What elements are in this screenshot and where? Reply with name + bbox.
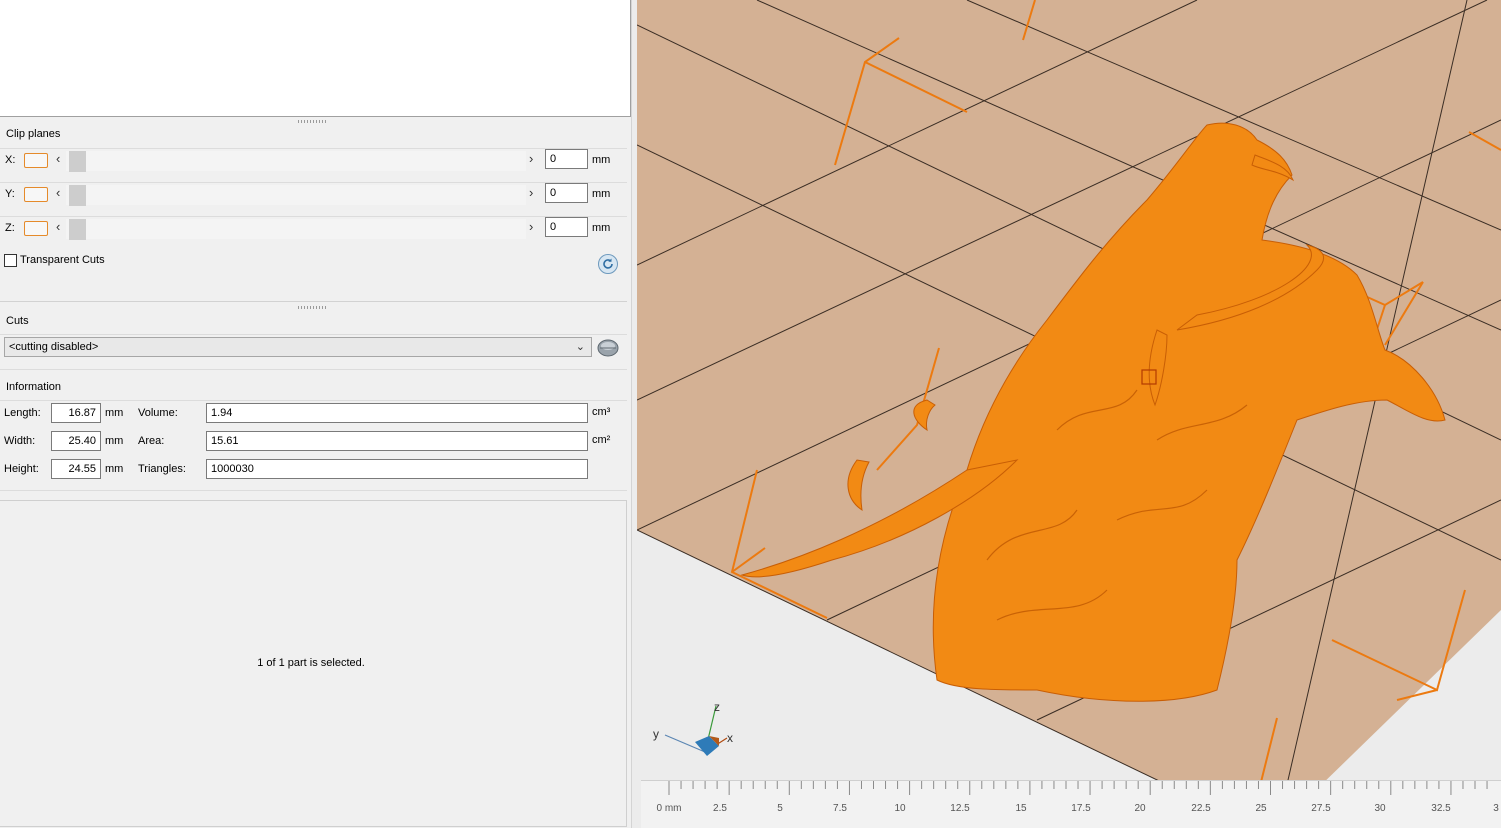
length-value: 16.87: [51, 403, 101, 423]
ruler-label: 7.5: [833, 803, 847, 814]
chevron-right-icon[interactable]: ›: [529, 151, 533, 166]
unit-label: mm: [592, 222, 611, 234]
selection-status: 1 of 1 part is selected.: [257, 657, 365, 669]
ruler-ticks: [668, 781, 1488, 795]
clip-y-toggle[interactable]: [24, 187, 48, 202]
unit-label: mm: [592, 188, 611, 200]
area-label: Area:: [138, 435, 165, 447]
left-panel: Clip planes X: ‹ › mm Y: ‹ › mm Z: ‹ › m…: [0, 0, 636, 828]
ruler-label: 27.5: [1311, 803, 1331, 814]
cuts-selected-value: <cutting disabled>: [9, 341, 99, 353]
ruler-label: 30: [1374, 803, 1386, 814]
axis-label: Y:: [5, 188, 15, 200]
scene-canvas[interactable]: z x y: [637, 0, 1501, 828]
slider-thumb[interactable]: [69, 151, 86, 172]
splitter-grip[interactable]: [298, 120, 326, 123]
reset-clip-button[interactable]: [598, 254, 618, 274]
ruler-label: 20: [1134, 803, 1146, 814]
divider: [0, 301, 627, 302]
clip-x-slider[interactable]: [66, 151, 526, 171]
information-title: Information: [6, 381, 62, 393]
clip-planes-title: Clip planes: [6, 128, 61, 140]
divider: [0, 490, 627, 491]
axis-y-label: y: [653, 727, 659, 741]
transparent-cuts-label: Transparent Cuts: [20, 254, 105, 266]
ruler-label: 32.5: [1431, 803, 1451, 814]
chevron-down-icon: ⌄: [575, 341, 585, 353]
length-label: Length:: [4, 407, 41, 419]
volume-value: 1.94: [206, 403, 588, 423]
ruler-label: 0 mm: [656, 803, 682, 814]
clip-y-slider[interactable]: [66, 185, 526, 205]
ruler-label: 12.5: [950, 803, 970, 814]
chevron-right-icon[interactable]: ›: [529, 219, 533, 234]
unit-label: mm: [592, 154, 611, 166]
width-value: 25.40: [51, 431, 101, 451]
ruler-label: 17.5: [1071, 803, 1091, 814]
slider-thumb[interactable]: [69, 185, 86, 206]
refresh-icon: [603, 258, 613, 269]
height-unit: mm: [105, 463, 124, 475]
width-unit: mm: [105, 435, 124, 447]
clip-x-value[interactable]: [545, 149, 588, 169]
transparent-cuts-checkbox[interactable]: [4, 254, 17, 267]
ruler-label: 3: [1493, 803, 1499, 814]
ruler-label: 25: [1255, 803, 1267, 814]
clip-y-value[interactable]: [545, 183, 588, 203]
cuts-dropdown[interactable]: <cutting disabled> ⌄: [4, 337, 592, 357]
chevron-right-icon[interactable]: ›: [529, 185, 533, 200]
3d-viewport[interactable]: z x y 0 mm 2.5 5 7.5 10 12.5 15 17.5 20 …: [637, 0, 1501, 828]
ruler-label: 2.5: [713, 803, 727, 814]
clip-z-value[interactable]: [545, 217, 588, 237]
preview-area: [0, 0, 631, 117]
cuts-title: Cuts: [6, 315, 29, 327]
divider: [0, 400, 627, 401]
cut-tool-icon[interactable]: [596, 336, 620, 358]
clip-x-toggle[interactable]: [24, 153, 48, 168]
axis-z-label: z: [714, 700, 720, 714]
area-unit: cm²: [592, 434, 611, 446]
ruler-label: 22.5: [1191, 803, 1211, 814]
volume-unit: cm³: [592, 406, 611, 418]
width-label: Width:: [4, 435, 36, 447]
chevron-left-icon[interactable]: ‹: [56, 151, 60, 166]
height-value: 24.55: [51, 459, 101, 479]
clip-row-z: Z: ‹ › mm: [0, 214, 627, 244]
splitter-grip[interactable]: [298, 306, 326, 309]
length-unit: mm: [105, 407, 124, 419]
ruler: 0 mm 2.5 5 7.5 10 12.5 15 17.5 20 22.5 2…: [641, 780, 1501, 828]
triangles-value: 1000030: [206, 459, 588, 479]
volume-label: Volume:: [138, 407, 178, 419]
axis-x-label: x: [727, 731, 733, 745]
height-label: Height:: [4, 463, 39, 475]
axis-label: Z:: [5, 222, 15, 234]
clip-row-y: Y: ‹ › mm: [0, 180, 627, 210]
clip-z-toggle[interactable]: [24, 221, 48, 236]
divider: [0, 334, 627, 335]
chevron-left-icon[interactable]: ‹: [56, 219, 60, 234]
ruler-label: 5: [777, 803, 783, 814]
triangles-label: Triangles:: [138, 463, 186, 475]
ruler-label: 10: [894, 803, 906, 814]
selection-panel: 1 of 1 part is selected.: [0, 500, 627, 827]
clip-z-slider[interactable]: [66, 219, 526, 239]
divider: [0, 369, 627, 370]
chevron-left-icon[interactable]: ‹: [56, 185, 60, 200]
ruler-label: 15: [1015, 803, 1027, 814]
axis-label: X:: [5, 154, 16, 166]
slider-thumb[interactable]: [69, 219, 86, 240]
clip-row-x: X: ‹ › mm: [0, 146, 627, 176]
area-value: 15.61: [206, 431, 588, 451]
